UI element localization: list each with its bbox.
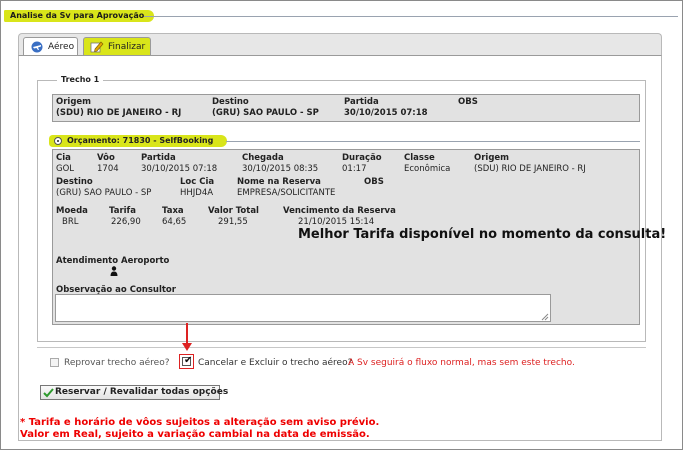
orcamento-radio[interactable] [54,137,62,145]
trecho-obs-label: OBS [458,97,478,107]
cancelar-note: A Sv seguirá o fluxo normal, mas sem est… [348,358,575,368]
origem-value: (SDU) RIO DE JANEIRO - RJ [474,164,586,174]
tab-aereo[interactable]: Aéreo [23,37,78,57]
moeda-label: Moeda [56,206,88,216]
voo-value: 1704 [97,164,119,174]
disclaimer-line-2: Valor em Real, sujeito a variação cambia… [20,429,370,440]
trecho-partida-label: Partida [344,97,379,107]
trecho-origem-value: (SDU) RIO DE JANEIRO - RJ [56,108,182,118]
page-header: Analise da Sv para Aprovação [4,10,678,22]
duracao-value: 01:17 [342,164,367,174]
title-divider [144,16,678,17]
cia-label: Cia [56,153,71,163]
tab-finalizar-label: Finalizar [108,42,146,52]
trecho-destino-label: Destino [212,97,249,107]
check-icon: ✔ [184,355,193,366]
valor-total-label: Valor Total [208,206,259,216]
tab-finalizar[interactable]: Finalizar [83,37,151,57]
valor-total-value: 291,55 [218,217,248,227]
disclaimer-line-1: * Tarifa e horário de vôos sujeitos a al… [20,417,380,428]
cancelar-checkbox[interactable]: ✔ [182,355,193,366]
orcamento-divider [226,141,640,142]
tarifa-label: Tarifa [109,206,136,216]
person-icon [110,266,118,276]
cancelar-label: Cancelar e Excluir o trecho aéreo? [198,358,353,368]
airplane-icon [31,41,43,53]
classe-label: Classe [404,153,435,163]
tab-aereo-label: Aéreo [48,42,75,52]
trecho-partida-value: 30/10/2015 07:18 [344,108,428,118]
page-title: Analise da Sv para Aprovação [4,10,155,22]
obs-label: OBS [364,177,384,187]
annotation-arrow-shaft [186,323,188,345]
vencimento-value: 21/10/2015 15:14 [298,217,375,227]
loc-cia-label: Loc Cia [180,177,215,187]
partida-value: 30/10/2015 07:18 [141,164,218,174]
duracao-label: Duração [342,153,382,163]
moeda-value: BRL [62,217,79,227]
chegada-value: 30/10/2015 08:35 [242,164,319,174]
nome-reserva-value: EMPRESA/SOLICITANTE [237,188,336,198]
destino-label: Destino [56,177,93,187]
loc-cia-value: HHJD4A [180,188,214,198]
reprovar-checkbox[interactable] [50,358,59,367]
reprovar-label: Reprovar trecho aéreo? [64,358,170,368]
voo-label: Vôo [97,153,115,163]
cia-value: GOL [56,164,75,174]
tab-bar: Aéreo Finalizar [18,33,662,57]
best-fare-message: Melhor Tarifa disponível no momento da c… [298,227,667,242]
partida-label: Partida [141,153,176,163]
trecho-legend: Trecho 1 [57,75,104,84]
classe-value: Econômica [404,164,451,174]
taxa-label: Taxa [162,206,184,216]
reservar-button[interactable]: Reservar / Revalidar todas opções [40,385,228,400]
options-divider [37,347,646,348]
tarifa-value: 226,90 [111,217,141,227]
orcamento-header: Orçamento: 71830 - SelfBooking [49,135,227,147]
destino-value: (GRU) SAO PAULO - SP [56,188,152,198]
resize-grip-icon[interactable] [541,313,549,321]
trecho-destino-value: (GRU) SAO PAULO - SP [212,108,319,118]
annotation-arrow-head [182,343,192,351]
vencimento-label: Vencimento da Reserva [283,206,396,216]
chegada-label: Chegada [242,153,284,163]
checkmark-icon [43,388,54,398]
edit-icon [90,41,104,53]
reservar-button-label: Reservar / Revalidar todas opções [55,387,229,397]
taxa-value: 64,65 [162,217,187,227]
origem-label: Origem [474,153,510,163]
atendimento-label: Atendimento Aeroporto [56,256,170,266]
nome-reserva-label: Nome na Reserva [237,177,321,187]
observacao-textarea[interactable] [55,294,551,322]
trecho-origem-label: Origem [56,97,92,107]
